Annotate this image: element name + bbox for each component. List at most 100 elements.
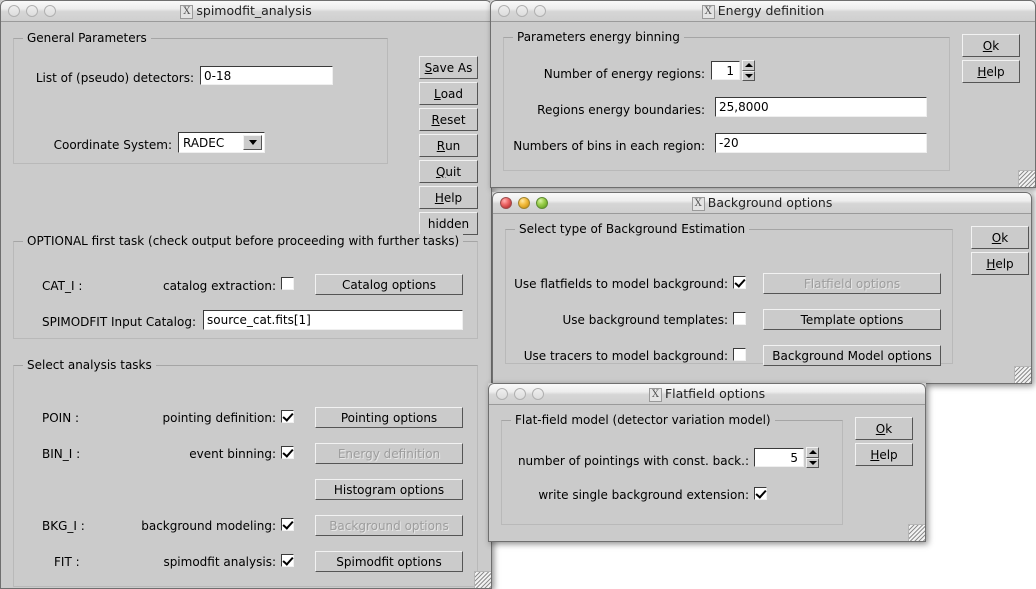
resize-grip-energy[interactable] — [1018, 170, 1035, 187]
stepper-up-icon[interactable] — [742, 60, 755, 71]
window-controls-background[interactable] — [500, 196, 548, 209]
task-tag-bin-i: BIN_I : — [42, 447, 81, 461]
maximize-icon[interactable] — [532, 387, 544, 400]
window-background-options[interactable]: X Background options Select type of Backg… — [492, 192, 1032, 384]
use-tracers-checkbox[interactable] — [733, 348, 746, 361]
window-flatfield-options[interactable]: X Flatfield options Flat-field model (det… — [488, 383, 926, 542]
detectors-label: List of (pseudo) detectors: — [35, 71, 194, 85]
resize-grip-background[interactable] — [1014, 366, 1031, 383]
input-catalog-input[interactable]: source_cat.fits[1] — [203, 310, 463, 330]
flatfield-help-button[interactable]: Help — [855, 443, 913, 466]
pointing-options-button[interactable]: Pointing options — [315, 407, 463, 428]
histogram-options-button[interactable]: Histogram options — [315, 479, 463, 500]
titlebar-flatfield[interactable]: X Flatfield options — [488, 383, 926, 405]
hidden-button[interactable]: hidden — [419, 212, 478, 235]
coordinate-system-select[interactable]: RADEC — [178, 132, 265, 153]
save-as-mnemonic: S — [424, 60, 433, 75]
background-help-button[interactable]: Help — [971, 252, 1029, 275]
group-title-flat-field-model: Flat-field model (detector variation mod… — [511, 413, 775, 427]
write-single-background-extension-checkbox[interactable] — [754, 487, 767, 500]
event-binning-checkbox[interactable] — [281, 446, 294, 459]
x11-icon: X — [701, 4, 715, 19]
minimize-icon[interactable] — [26, 4, 38, 17]
task-tag-bkg-i: BKG_I : — [42, 519, 85, 533]
run-label: un — [445, 138, 461, 153]
numbers-of-bins-label: Numbers of bins in each region: — [513, 139, 705, 153]
use-flatfields-checkbox[interactable] — [733, 276, 746, 289]
background-help-label: elp — [995, 256, 1014, 271]
minimize-icon[interactable] — [514, 387, 526, 400]
spimodfit-options-button[interactable]: Spimodfit options — [315, 551, 463, 572]
quit-button[interactable]: Quit — [419, 160, 478, 183]
load-button[interactable]: Load — [419, 82, 478, 105]
maximize-icon[interactable] — [44, 4, 56, 17]
group-title-general-parameters: General Parameters — [23, 31, 151, 45]
energy-help-button[interactable]: Help — [962, 60, 1020, 83]
flatfield-options-button[interactable]: Flatfield options — [763, 273, 941, 294]
detectors-input[interactable]: 0-18 — [200, 66, 333, 85]
catalog-options-button[interactable]: Catalog options — [315, 274, 463, 295]
pointing-definition-label: pointing definition: — [162, 411, 276, 425]
flatfield-ok-button[interactable]: Ok — [855, 417, 913, 440]
minimize-icon[interactable] — [518, 196, 530, 209]
catalog-extraction-label: catalog extraction: — [162, 279, 276, 293]
x11-icon: X — [691, 196, 705, 211]
resize-grip-flatfield[interactable] — [908, 524, 925, 541]
help-mnemonic: H — [434, 190, 444, 205]
save-as-label: ave As — [432, 60, 473, 75]
close-icon[interactable] — [8, 4, 20, 17]
background-ok-button[interactable]: Ok — [971, 226, 1029, 249]
regions-energy-boundaries-input[interactable]: 25,8000 — [715, 97, 927, 117]
help-button[interactable]: Help — [419, 186, 478, 209]
window-title-flatfield: X Flatfield options — [488, 383, 926, 405]
pointing-definition-checkbox[interactable] — [281, 410, 294, 423]
window-spimodfit-analysis[interactable]: Xspimodfit_analysis General Parameters L… — [0, 0, 492, 589]
number-of-pointings-input[interactable]: 5 — [754, 448, 804, 467]
run-button[interactable]: Run — [419, 134, 478, 157]
titlebar-background[interactable]: X Background options — [492, 192, 1032, 214]
maximize-icon[interactable] — [534, 4, 546, 17]
number-of-energy-regions-stepper[interactable] — [742, 60, 755, 81]
catalog-extraction-checkbox[interactable] — [281, 277, 294, 290]
stepper-down-icon[interactable] — [806, 457, 819, 468]
chevron-down-icon[interactable] — [243, 135, 262, 150]
energy-definition-button[interactable]: Energy definition — [315, 443, 463, 464]
use-background-templates-label: Use background templates: — [562, 313, 729, 327]
background-modeling-checkbox[interactable] — [281, 518, 294, 531]
window-controls-main[interactable] — [8, 4, 56, 17]
titlebar-energy[interactable]: X Energy definition — [490, 0, 1036, 22]
numbers-of-bins-input[interactable]: -20 — [715, 133, 927, 153]
number-of-pointings-stepper[interactable] — [806, 447, 819, 468]
group-background-estimation: Select type of Background Estimation — [505, 222, 953, 364]
use-tracers-label: Use tracers to model background: — [523, 349, 728, 363]
background-model-options-button[interactable]: Background Model options — [763, 345, 941, 366]
close-icon[interactable] — [496, 387, 508, 400]
save-as-button[interactable]: Save As — [419, 56, 478, 79]
spimodfit-analysis-checkbox[interactable] — [281, 554, 294, 567]
resize-grip-main[interactable] — [474, 571, 491, 588]
window-title-energy: X Energy definition — [490, 0, 1036, 22]
regions-energy-boundaries-label: Regions energy boundaries: — [537, 103, 705, 117]
template-options-button[interactable]: Template options — [763, 309, 941, 330]
window-controls-flatfield[interactable] — [496, 387, 544, 400]
window-controls-energy[interactable] — [498, 4, 546, 17]
number-of-energy-regions-label: Number of energy regions: — [543, 67, 705, 81]
maximize-icon[interactable] — [536, 196, 548, 209]
stepper-down-icon[interactable] — [742, 70, 755, 81]
reset-label: eset — [439, 112, 466, 127]
energy-ok-button[interactable]: Ok — [962, 34, 1020, 57]
close-icon[interactable] — [498, 4, 510, 17]
stepper-up-icon[interactable] — [806, 447, 819, 458]
reset-button[interactable]: Reset — [419, 108, 478, 131]
window-energy-definition[interactable]: X Energy definition Parameters energy bin… — [490, 0, 1036, 188]
titlebar-main[interactable]: Xspimodfit_analysis — [0, 0, 492, 22]
flatfield-help-label: elp — [879, 447, 898, 462]
group-title-optional-first-task: OPTIONAL first task (check output before… — [23, 234, 464, 248]
use-background-templates-checkbox[interactable] — [733, 312, 746, 325]
event-binning-label: event binning: — [189, 447, 276, 461]
minimize-icon[interactable] — [516, 4, 528, 17]
close-icon[interactable] — [500, 196, 512, 209]
quit-mnemonic: Q — [435, 164, 446, 179]
number-of-energy-regions-input[interactable]: 1 — [711, 61, 740, 80]
background-options-button[interactable]: Background options — [315, 515, 463, 536]
